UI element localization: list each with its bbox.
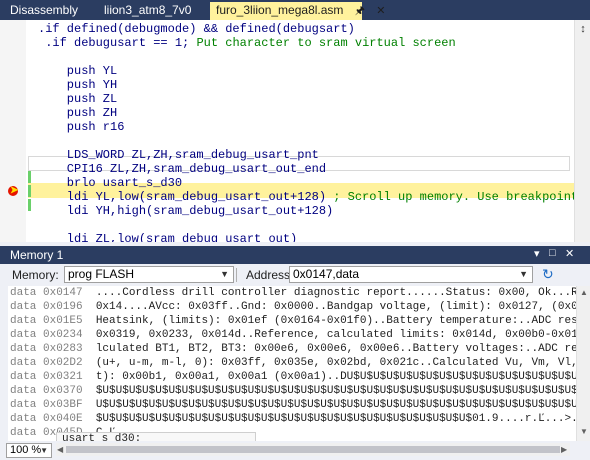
close-icon[interactable]: ✕: [565, 247, 574, 260]
scroll-right-icon[interactable]: ▶: [561, 445, 567, 454]
code-text: CPI16 ZL,ZH,sram_debug_usart_out_end: [38, 162, 327, 176]
memory-text: (u+, u-m, m-l, 0): 0x03ff, 0x035e, 0x02b…: [95, 357, 576, 369]
pin-icon[interactable]: 🖈: [355, 3, 365, 20]
memory-text: 0x0319, 0x0233, 0x014d..Reference, calcu…: [95, 329, 576, 341]
code-text: push r16: [38, 120, 125, 134]
memory-row[interactable]: data 0x01E5 Heatsink, (limits): 0x01ef (…: [10, 314, 576, 328]
tab-disassembly[interactable]: Disassembly: [4, 2, 84, 20]
code-line[interactable]: push r16: [38, 120, 125, 134]
memory-toolbar: Memory: prog FLASH ▼ Address: 0x0147,dat…: [0, 264, 590, 286]
memory-address: data 0x0321: [10, 371, 83, 383]
memory-row[interactable]: data 0x02D2 (u+, u-m, m-l, 0): 0x03ff, 0…: [10, 356, 576, 370]
memory-address: data 0x01E5: [10, 315, 83, 327]
scroll-left-icon[interactable]: ◀: [57, 445, 63, 454]
code-line[interactable]: CPI16 ZL,ZH,sram_debug_usart_out_end: [38, 162, 326, 176]
split-view-icon[interactable]: ↕: [577, 22, 589, 36]
memory-address: data 0x02D2: [10, 357, 83, 369]
code-text: ldi YL,low(sram_debug_usart_out+128): [38, 190, 334, 204]
memory-vertical-scrollbar[interactable]: ▲ ▼: [576, 286, 590, 441]
code-text: push YH: [38, 78, 118, 92]
editor-vertical-scrollbar[interactable]: ↕: [574, 20, 590, 242]
code-line[interactable]: brlo usart_s_d30: [38, 176, 182, 190]
change-marker: [28, 199, 31, 211]
code-text: ldi ZL,low(sram_debug_usart_out): [38, 232, 298, 242]
tab-label: furo_3liion_mega8l.asm: [216, 3, 344, 17]
document-tab-bar: Disassembly liion3_atm8_7v0 furo_3liion_…: [0, 0, 590, 20]
code-line[interactable]: ldi YH,high(sram_debug_usart_out+128): [38, 204, 333, 218]
code-area[interactable]: ➤ .if defined(debugmode) && defined(debu…: [0, 20, 590, 242]
code-comment: Put character to sram virtual screen: [196, 36, 456, 50]
memory-text: 0x14....AVcc: 0x03ff..Gnd: 0x0000..Bandg…: [95, 301, 576, 313]
memory-text: Heatsink, (limits): 0x01ef (0x0164-0x01f…: [95, 315, 576, 327]
execution-arrow-icon: ➤: [10, 185, 19, 196]
memory-text: ....Cordless drill controller diagnostic…: [95, 287, 576, 299]
horizontal-scrollbar[interactable]: ◀ ▶: [56, 443, 570, 456]
memory-view[interactable]: data 0x0147 ....Cordless drill controlle…: [8, 286, 576, 441]
memory-text: $U$U$U$U$U$U$U$U$U$U$U$U$U$U$U$U$U$U$U$U…: [95, 385, 576, 397]
memory-row[interactable]: data 0x0196 0x14....AVcc: 0x03ff..Gnd: 0…: [10, 300, 576, 314]
code-line[interactable]: .if debugusart == 1; Put character to sr…: [38, 36, 456, 50]
code-line[interactable]: push ZL: [38, 92, 117, 106]
memory-text: t): 0x00b1, 0x00a1, 0x00a1 (0x00a1)..DU$…: [95, 371, 576, 383]
memory-panel-header: Memory 1 ▾ □ ✕: [0, 246, 590, 264]
chevron-down-icon: ▼: [220, 269, 229, 279]
code-text: push ZL: [38, 92, 118, 106]
memory-address: data 0x0283: [10, 343, 83, 355]
memory-text: $U$U$U$U$U$U$U$U$U$U$U$U$U$U$U$U$U$U$U$U…: [95, 413, 576, 425]
memory-text: U$U$U$U$U$U$U$U$U$U$U$U$U$U$U$U$U$U$U$U$…: [95, 399, 576, 411]
refresh-icon[interactable]: ↻: [542, 266, 554, 282]
code-text: push ZH: [38, 106, 118, 120]
memory-text: lculated BT1, BT2, BT3: 0x00e6, 0x00e6, …: [95, 343, 576, 355]
memory-row[interactable]: data 0x0321 t): 0x00b1, 0x00a1, 0x00a1 (…: [10, 370, 576, 384]
change-marker: [28, 185, 31, 197]
scroll-up-icon[interactable]: ▲: [580, 288, 588, 297]
code-line[interactable]: ldi YL,low(sram_debug_usart_out+128) ; S…: [38, 190, 590, 204]
code-line[interactable]: push YL: [38, 64, 117, 78]
address-label: Address:: [246, 268, 294, 282]
memory-label: Memory:: [12, 268, 59, 282]
maximize-icon[interactable]: □: [549, 247, 556, 259]
memory-panel-title: Memory 1: [10, 248, 64, 262]
code-text: brlo usart_s_d30: [38, 176, 183, 190]
chevron-down-icon: ▼: [40, 446, 48, 455]
code-editor[interactable]: ➤ .if defined(debugmode) && defined(debu…: [0, 20, 590, 242]
memory-row[interactable]: data 0x0147 ....Cordless drill controlle…: [10, 286, 576, 300]
memory-address: data 0x0196: [10, 301, 83, 313]
memory-type-select[interactable]: prog FLASH ▼: [64, 266, 234, 283]
change-marker: [28, 171, 31, 183]
memory-address: data 0x0370: [10, 385, 83, 397]
scroll-down-icon[interactable]: ▼: [580, 427, 588, 436]
memory-address: data 0x040E: [10, 413, 83, 425]
memory-address: data 0x0147: [10, 287, 83, 299]
code-text: .if debugusart == 1;: [38, 36, 197, 50]
code-line[interactable]: push ZH: [38, 106, 117, 120]
tab-furo-3liion-mega8l[interactable]: furo_3liion_mega8l.asm 🖈 ✕: [210, 2, 386, 20]
code-text: push YL: [38, 64, 118, 78]
code-text: ldi YH,high(sram_debug_usart_out+128): [38, 204, 334, 218]
code-line[interactable]: ldi ZL,low(sram_debug_usart_out): [38, 232, 297, 242]
code-line[interactable]: LDS_WORD ZL,ZH,sram_debug_usart_pnt: [38, 148, 319, 162]
memory-row[interactable]: data 0x03BF U$U$U$U$U$U$U$U$U$U$U$U$U$U$…: [10, 398, 576, 412]
code-text: LDS_WORD ZL,ZH,sram_debug_usart_pnt: [38, 148, 319, 162]
address-input[interactable]: 0x0147,data ▼: [289, 266, 533, 283]
tab-liion3-atm8[interactable]: liion3_atm8_7v0: [98, 2, 197, 20]
code-line[interactable]: .if defined(debugmode) && defined(debugs…: [38, 22, 355, 36]
toolbar-separator: [236, 268, 237, 282]
code-line[interactable]: push YH: [38, 78, 117, 92]
memory-row[interactable]: data 0x040E $U$U$U$U$U$U$U$U$U$U$U$U$U$U…: [10, 412, 576, 426]
zoom-select[interactable]: 100 % ▼: [6, 443, 52, 458]
memory-row[interactable]: data 0x0234 0x0319, 0x0233, 0x014d..Refe…: [10, 328, 576, 342]
scrollbar-thumb[interactable]: [66, 446, 560, 453]
close-icon[interactable]: ✕: [376, 3, 385, 20]
code-text: .if defined(debugmode) && defined(debugs…: [38, 22, 355, 36]
memory-row[interactable]: data 0x0283 lculated BT1, BT2, BT3: 0x00…: [10, 342, 576, 356]
memory-address: data 0x0234: [10, 329, 83, 341]
dropdown-icon[interactable]: ▾: [534, 247, 540, 260]
chevron-down-icon: ▼: [519, 269, 528, 279]
code-comment: ; Scroll up memory. Use breakpoint here …: [333, 190, 590, 204]
memory-row[interactable]: data 0x0370 $U$U$U$U$U$U$U$U$U$U$U$U$U$U…: [10, 384, 576, 398]
memory-address: data 0x03BF: [10, 399, 83, 411]
